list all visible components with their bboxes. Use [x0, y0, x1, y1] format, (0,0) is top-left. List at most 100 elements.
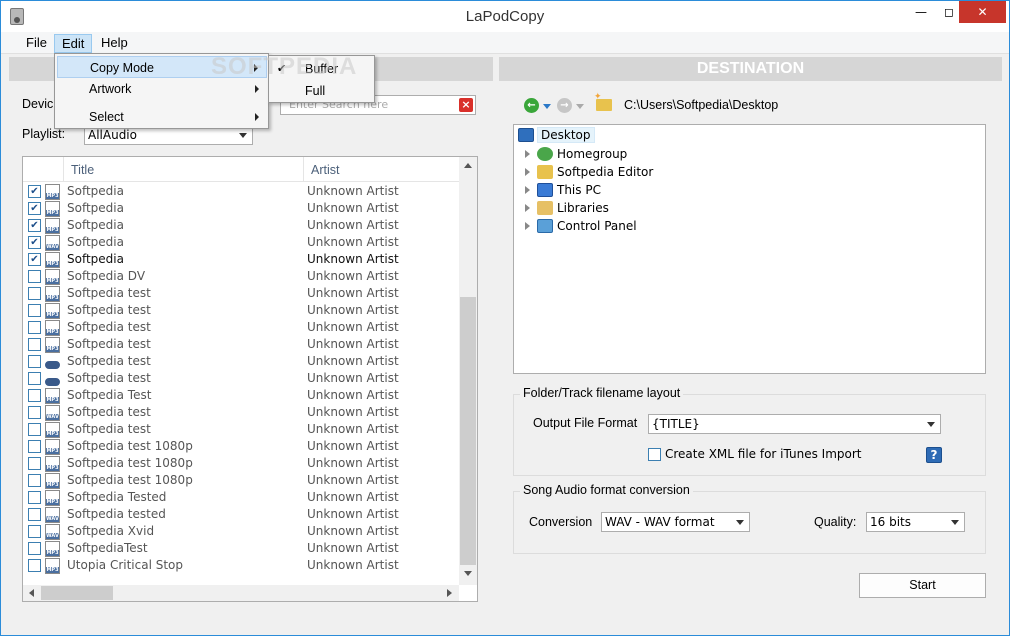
track-title: Softpedia test: [67, 286, 151, 300]
track-checkbox[interactable]: [28, 355, 41, 368]
quality-select[interactable]: 16 bits: [866, 512, 965, 532]
output-format-select[interactable]: {TITLE}: [648, 414, 941, 434]
chevron-down-icon: [736, 520, 744, 525]
track-title: Softpedia DV: [67, 269, 146, 283]
table-row[interactable]: MP3 Softpedia Tested Unknown Artist: [23, 489, 459, 506]
xml-checkbox[interactable]: [648, 448, 661, 461]
table-row[interactable]: ✔ MP3 Softpedia Unknown Artist: [23, 251, 459, 268]
menu-file[interactable]: File: [19, 34, 54, 53]
track-checkbox[interactable]: [28, 474, 41, 487]
menu-item-artwork[interactable]: Artwork: [57, 78, 267, 100]
start-button[interactable]: Start: [859, 573, 986, 598]
menu-item-select[interactable]: Select: [57, 106, 267, 128]
track-checkbox[interactable]: [28, 287, 41, 300]
table-row[interactable]: WAV Softpedia Xvid Unknown Artist: [23, 523, 459, 540]
track-checkbox[interactable]: ✔: [28, 253, 41, 266]
track-checkbox[interactable]: [28, 423, 41, 436]
scroll-thumb-horizontal[interactable]: [41, 586, 113, 600]
track-checkbox[interactable]: [28, 525, 41, 538]
scroll-left-icon[interactable]: [29, 589, 34, 597]
expand-icon[interactable]: [525, 204, 530, 212]
scroll-down-icon[interactable]: [464, 571, 472, 576]
track-checkbox[interactable]: ✔: [28, 185, 41, 198]
menu-edit[interactable]: Edit: [54, 34, 93, 53]
table-row[interactable]: ✔ MP3 Softpedia Unknown Artist: [23, 183, 459, 200]
table-row[interactable]: MP3 Utopia Critical Stop Unknown Artist: [23, 557, 459, 574]
folder-tree[interactable]: Desktop Homegroup Softpedia Editor This …: [513, 124, 986, 374]
table-row[interactable]: MP3 SoftpediaTest Unknown Artist: [23, 540, 459, 557]
clear-search-icon[interactable]: ×: [459, 98, 473, 112]
track-checkbox[interactable]: [28, 406, 41, 419]
table-row[interactable]: WAV Softpedia test Unknown Artist: [23, 404, 459, 421]
expand-icon[interactable]: [525, 222, 530, 230]
horizontal-scrollbar[interactable]: [23, 585, 459, 601]
conversion-label: Conversion: [529, 515, 593, 529]
table-row[interactable]: MP3 Softpedia DV Unknown Artist: [23, 268, 459, 285]
track-checkbox[interactable]: [28, 559, 41, 572]
track-title: Softpedia test: [67, 303, 151, 317]
menu-item-label: Copy Mode: [90, 61, 154, 75]
track-checkbox[interactable]: [28, 338, 41, 351]
track-checkbox[interactable]: ✔: [28, 236, 41, 249]
column-artist-header[interactable]: Artist: [311, 163, 339, 177]
forward-arrow-icon[interactable]: →: [557, 98, 572, 113]
vertical-scrollbar[interactable]: [459, 157, 477, 585]
column-title-header[interactable]: Title: [71, 163, 94, 177]
track-checkbox[interactable]: [28, 304, 41, 317]
conversion-value: WAV - WAV format: [605, 515, 715, 529]
menu-item-full[interactable]: Full: [271, 80, 373, 102]
submenu-arrow-icon: [255, 85, 259, 93]
expand-icon[interactable]: [525, 150, 530, 158]
track-checkbox[interactable]: [28, 508, 41, 521]
table-row[interactable]: WAV Softpedia tested Unknown Artist: [23, 506, 459, 523]
track-checkbox[interactable]: [28, 491, 41, 504]
track-title: Softpedia test: [67, 405, 151, 419]
scroll-right-icon[interactable]: [447, 589, 452, 597]
track-checkbox[interactable]: ✔: [28, 219, 41, 232]
file-type-tag: MP3: [46, 346, 59, 352]
close-button[interactable]: ✕: [959, 1, 1006, 23]
forward-dropdown-icon[interactable]: [576, 104, 584, 109]
scroll-up-icon[interactable]: [464, 163, 472, 168]
history-dropdown-icon[interactable]: [543, 104, 551, 109]
table-row[interactable]: MP3 Softpedia Test Unknown Artist: [23, 387, 459, 404]
table-row[interactable]: MP3 Softpedia test Unknown Artist: [23, 336, 459, 353]
track-checkbox[interactable]: [28, 542, 41, 555]
menu-help[interactable]: Help: [94, 34, 135, 53]
track-artist: Unknown Artist: [307, 235, 399, 249]
filename-layout-group: Folder/Track filename layout Output File…: [513, 386, 986, 476]
help-icon[interactable]: ?: [926, 447, 942, 463]
minimize-button[interactable]: —: [907, 1, 935, 23]
table-row[interactable]: ✔ WAV Softpedia Unknown Artist: [23, 234, 459, 251]
table-row[interactable]: MP3 Softpedia test Unknown Artist: [23, 421, 459, 438]
table-row[interactable]: Softpedia test Unknown Artist: [23, 353, 459, 370]
table-row[interactable]: MP3 Softpedia test 1080p Unknown Artist: [23, 472, 459, 489]
table-row[interactable]: MP3 Softpedia test 1080p Unknown Artist: [23, 455, 459, 472]
track-checkbox[interactable]: [28, 440, 41, 453]
track-artist: Unknown Artist: [307, 405, 399, 419]
scroll-thumb[interactable]: [460, 297, 476, 565]
track-checkbox[interactable]: ✔: [28, 202, 41, 215]
table-row[interactable]: ✔ MP3 Softpedia Unknown Artist: [23, 200, 459, 217]
table-row[interactable]: Softpedia test Unknown Artist: [23, 370, 459, 387]
back-arrow-icon[interactable]: ←: [524, 98, 539, 113]
track-title: Softpedia test 1080p: [67, 473, 193, 487]
track-checkbox[interactable]: [28, 457, 41, 470]
track-checkbox[interactable]: [28, 270, 41, 283]
table-row[interactable]: MP3 Softpedia test Unknown Artist: [23, 302, 459, 319]
new-folder-icon[interactable]: [594, 92, 612, 111]
table-row[interactable]: MP3 Softpedia test 1080p Unknown Artist: [23, 438, 459, 455]
table-row[interactable]: ✔ MP3 Softpedia Unknown Artist: [23, 217, 459, 234]
expand-icon[interactable]: [525, 186, 530, 194]
track-checkbox[interactable]: [28, 389, 41, 402]
column-divider: [63, 157, 64, 182]
track-title: Softpedia: [67, 235, 124, 249]
track-list[interactable]: Title Artist ✔ MP3 Softpedia Unknown Artist…: [22, 156, 478, 602]
expand-icon[interactable]: [525, 168, 530, 176]
audio-file-icon: MP3: [45, 456, 60, 472]
track-checkbox[interactable]: [28, 321, 41, 334]
table-row[interactable]: MP3 Softpedia test Unknown Artist: [23, 319, 459, 336]
conversion-select[interactable]: WAV - WAV format: [601, 512, 750, 532]
table-row[interactable]: MP3 Softpedia test Unknown Artist: [23, 285, 459, 302]
track-checkbox[interactable]: [28, 372, 41, 385]
